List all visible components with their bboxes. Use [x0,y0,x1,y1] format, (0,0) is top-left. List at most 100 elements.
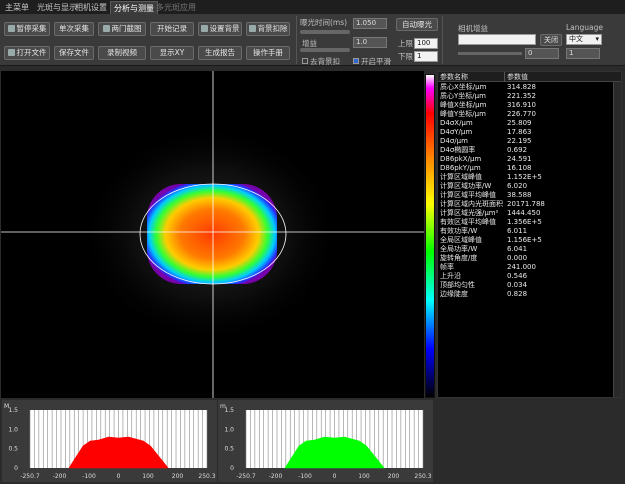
bottom-right-panel [435,400,625,483]
profile-x-panel: M 1.5 1.0 0.5 0 -250.7 -200 -100 0 100 200 250.3 [2,400,217,482]
smoothing-checkbox[interactable]: 开启平滑 [353,56,391,67]
parameter-value: 0.692 [507,146,528,154]
parameter-row: 计算区域光强/μm² 1444.450 [438,209,613,218]
profile-x-xtick: -200 [53,473,67,480]
pause-capture-button[interactable]: 暂停采集 [4,22,50,36]
record-video-button[interactable]: 录制视频 [98,46,146,60]
background-icon [200,25,208,32]
screenshot-label: 两门截图 [111,24,142,33]
parameter-name: 计算区域内光斑面积 [440,200,503,208]
camera-slider-max[interactable]: 1 [566,48,600,59]
parameter-value: 17.863 [507,128,532,136]
tab-main-menu[interactable]: 主菜单 [2,1,32,14]
set-background-button[interactable]: 设置背景 [198,22,242,36]
parameter-row: 质心X坐标/μm 314.828 [438,83,613,92]
open-file-label: 打开文件 [16,48,47,57]
single-capture-button[interactable]: 单次采集 [54,22,94,36]
bg-subtract-checkbox-label: 去背景扣 [310,57,340,66]
parameter-value: 1444.450 [507,209,541,217]
parameter-value: 0.546 [507,272,528,280]
lower-limit-input[interactable]: 1 [414,51,438,62]
parameter-table-header: 参数名称 参数值 [438,72,621,82]
profile-y-xtick: -250.7 [236,473,256,480]
screenshot-button[interactable]: 两门截图 [98,22,146,36]
checkbox-icon [248,25,256,32]
parameter-row: 边缘陡度 0.828 [438,290,613,299]
exposure-input[interactable]: 1.050 [353,18,387,29]
exposure-slider[interactable] [300,30,350,34]
close-camera-button[interactable]: 关闭 [540,34,562,46]
camera-slider[interactable] [458,52,522,55]
start-record-button[interactable]: 开始记录 [150,22,194,36]
camera-gain-input[interactable] [458,34,536,45]
auto-exposure-button[interactable]: 自动曝光 [396,18,438,31]
profile-y-xtick: -200 [269,473,283,480]
parameter-value: 6.020 [507,182,528,190]
folder-icon [7,49,15,56]
parameter-row: 帧率 241.000 [438,263,613,272]
language-select[interactable]: 中文 ▾ [566,34,602,45]
parameter-value: 0.828 [507,290,528,298]
gain-input[interactable]: 1.0 [353,37,387,48]
toolbar-separator-2 [442,16,443,64]
parameter-table: 参数名称 参数值 质心X坐标/μm 314.828 质心Y坐标/μm 221.352 峰… [437,71,622,398]
profile-y-xtick: 0 [333,473,337,480]
profile-x-ytick: 1.0 [8,426,18,433]
parameter-value: 20171.788 [507,200,545,208]
parameter-value: 226.770 [507,110,536,118]
parameter-name: 全局功率/W [440,245,478,253]
parameter-name: 上升沿 [440,272,461,280]
profile-x-xtick: -100 [82,473,96,480]
parameter-name: 计算区域光强/μm² [440,209,499,217]
parameter-row: D86pkY/μm 16.108 [438,164,613,173]
parameter-row: 质心Y坐标/μm 221.352 [438,92,613,101]
parameter-row: 上升沿 0.546 [438,272,613,281]
profile-x-xtick: -250.7 [20,473,40,480]
parameter-row: D4σ椭圆率 0.692 [438,146,613,155]
parameter-name: D86pkX/μm [440,155,482,163]
upper-limit-input[interactable]: 100 [414,38,438,49]
manual-button[interactable]: 操作手册 [246,46,290,60]
subtract-background-button[interactable]: 背景扣除 [246,22,290,36]
parameter-name: 计算区域平均峰值 [440,191,496,199]
parameter-value: 0.000 [507,254,528,262]
profile-x-xtick: 100 [142,473,154,480]
tab-camera-settings[interactable]: 相机设置 [72,1,110,14]
parameter-row: 计算区域平均峰值 38.588 [438,191,613,200]
parameter-row: 峰值Y坐标/μm 226.770 [438,110,613,119]
camera-icon [102,25,110,32]
tab-analysis[interactable]: 分析与测量 [110,1,158,14]
checkbox-icon [302,58,308,64]
profile-x-ytick: 1.5 [8,407,18,414]
parameter-value: 316.910 [507,101,536,109]
parameter-name: D86pkY/μm [440,164,481,172]
parameter-row: 有效区域平均峰值 1.356E+5 [438,218,613,227]
parameter-scrollbar[interactable] [613,82,621,397]
profile-x-xtick: 0 [117,473,121,480]
gain-slider[interactable] [300,48,350,52]
parameter-name: 有效功率/W [440,227,478,235]
profile-y-xtick: 250.3 [414,473,431,480]
parameter-name: 峰值X坐标/μm [440,101,487,109]
show-xy-button[interactable]: 显示XY [150,46,194,60]
checked-icon [353,58,359,64]
tab-multi-spot[interactable]: 多光斑应用 [153,1,199,14]
parameter-value: 241.000 [507,263,536,271]
open-file-button[interactable]: 打开文件 [4,46,50,60]
parameter-row: 旋转角度/度 0.000 [438,254,613,263]
save-file-button[interactable]: 保存文件 [54,46,94,60]
single-capture-label: 单次采集 [59,24,89,33]
camera-slider-min[interactable]: 0 [525,48,559,59]
parameter-value: 24.591 [507,155,532,163]
parameter-name: 有效区域平均峰值 [440,218,496,226]
beam-spot [147,184,277,284]
parameter-row: 全局功率/W 6.041 [438,245,613,254]
bg-subtract-checkbox[interactable]: 去背景扣 [302,56,340,67]
toolbar: 暂停采集 单次采集 两门截图 开始记录 设置背景 背景扣除 打开文件 保存文件 … [0,14,625,66]
chevron-down-icon: ▾ [595,35,599,43]
smoothing-checkbox-label: 开启平滑 [361,57,391,66]
generate-report-button[interactable]: 生成报告 [198,46,242,60]
parameter-row: 峰值X坐标/μm 316.910 [438,101,613,110]
beam-image-view[interactable] [1,71,424,398]
parameter-name: 旋转角度/度 [440,254,478,262]
